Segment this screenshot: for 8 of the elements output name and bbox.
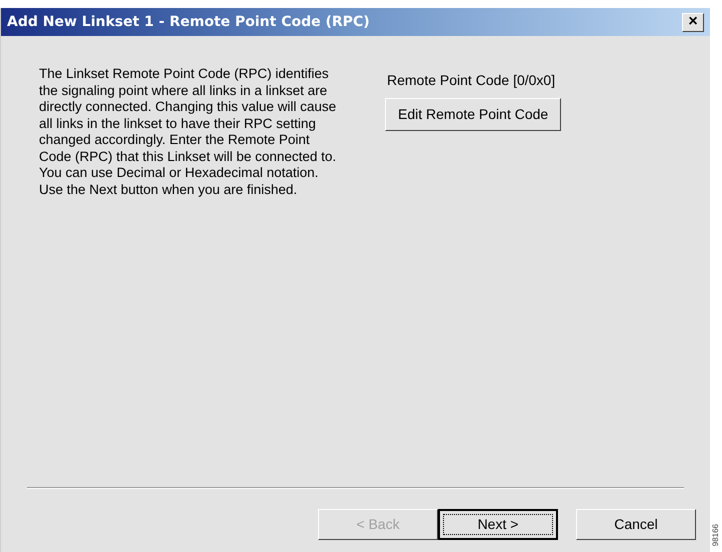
- figure-number: 98166: [710, 524, 721, 546]
- description-text: The Linkset Remote Point Code (RPC) identifies the signaling point where all links in a linkset are directly connected. Changing this value will cause all links in the linkset to have their RPC setting changed accordingly. Enter the Remote Point Code (RPC) that this Linkset will be connected to. You can use Decimal or Hexadecimal notation. Use the Next button when you are finished.: [39, 66, 338, 199]
- wizard-button[interactable]: Cancel: [576, 509, 696, 540]
- close-button[interactable]: ×: [682, 12, 704, 32]
- window-title: Add New Linkset 1 - Remote Point Code (RPC): [7, 12, 370, 32]
- rpc-label: Remote Point Code [0/0x0]: [387, 71, 556, 90]
- wizard-button[interactable]: Next >: [438, 509, 558, 540]
- edit-rpc-button[interactable]: Edit Remote Point Code: [385, 98, 562, 131]
